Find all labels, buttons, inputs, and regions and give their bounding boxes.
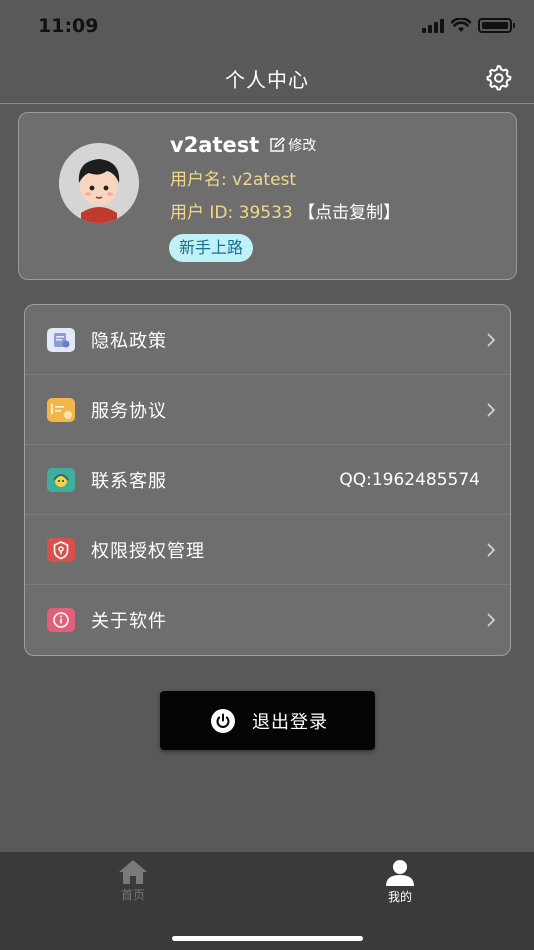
navigation-bar: 个人中心 <box>0 52 534 104</box>
menu-item-label: 服务协议 <box>91 400 167 422</box>
about-icon <box>47 608 75 632</box>
home-icon <box>119 860 147 884</box>
settings-button[interactable] <box>484 63 512 91</box>
customer-service-icon <box>47 468 75 492</box>
profile-icon <box>386 860 414 886</box>
menu-item-about[interactable]: 关于软件 <box>25 585 510 655</box>
menu-item-label: 权限授权管理 <box>91 540 205 562</box>
user-id-info: 用户 ID: 39533 <box>170 203 293 223</box>
status-time: 11:09 <box>38 15 99 37</box>
privacy-policy-icon <box>47 328 75 352</box>
status-bar: 11:09 <box>0 0 534 52</box>
menu-item-customer-service[interactable]: 联系客服 QQ:1962485574 <box>25 445 510 515</box>
avatar[interactable] <box>59 143 139 223</box>
cellular-signal-icon <box>422 18 444 33</box>
logout-label: 退出登录 <box>252 712 328 733</box>
tab-label: 首页 <box>120 888 145 902</box>
edit-icon <box>270 137 286 152</box>
chevron-right-icon <box>487 613 496 627</box>
tab-home[interactable]: 首页 <box>103 859 163 903</box>
user-id-row: 用户 ID: 39533 【点击复制】 <box>170 198 400 223</box>
menu-list: 隐私政策 服务协议 联系客服 QQ:1962485574 权限授权管理 关于软件 <box>24 304 511 656</box>
qq-contact-value: QQ:1962485574 <box>339 469 480 490</box>
username-row: v2atest 修改 <box>170 133 316 157</box>
username: v2atest <box>170 133 260 157</box>
avatar-image <box>59 143 139 223</box>
battery-icon <box>478 18 515 33</box>
wifi-icon <box>451 18 471 32</box>
status-icons <box>422 18 515 33</box>
username-info: 用户名: v2atest <box>170 170 297 190</box>
power-icon <box>211 709 235 733</box>
menu-item-permission-management[interactable]: 权限授权管理 <box>25 515 510 585</box>
chevron-right-icon <box>487 333 496 347</box>
level-badge: 新手上路 <box>169 234 254 262</box>
edit-label: 修改 <box>288 138 317 154</box>
copy-id-button[interactable]: 【点击复制】 <box>298 203 400 223</box>
logout-button[interactable]: 退出登录 <box>160 691 375 750</box>
permission-management-icon <box>47 538 75 562</box>
gear-icon <box>486 65 512 91</box>
menu-item-label: 联系客服 <box>91 470 167 492</box>
menu-item-label: 隐私政策 <box>91 330 167 352</box>
page-title: 个人中心 <box>225 68 309 92</box>
home-indicator <box>172 936 363 941</box>
profile-card: v2atest 修改 用户名: v2atest 用户 ID: 39533 【点击… <box>18 112 517 280</box>
edit-profile-button[interactable]: 修改 <box>269 135 316 155</box>
tab-label: 我的 <box>387 890 412 904</box>
menu-item-privacy-policy[interactable]: 隐私政策 <box>25 305 510 375</box>
menu-item-service-agreement[interactable]: 服务协议 <box>25 375 510 445</box>
tab-me[interactable]: 我的 <box>370 859 430 905</box>
chevron-right-icon <box>487 543 496 557</box>
chevron-right-icon <box>487 403 496 417</box>
service-agreement-icon <box>47 398 75 422</box>
menu-item-label: 关于软件 <box>91 611 167 632</box>
